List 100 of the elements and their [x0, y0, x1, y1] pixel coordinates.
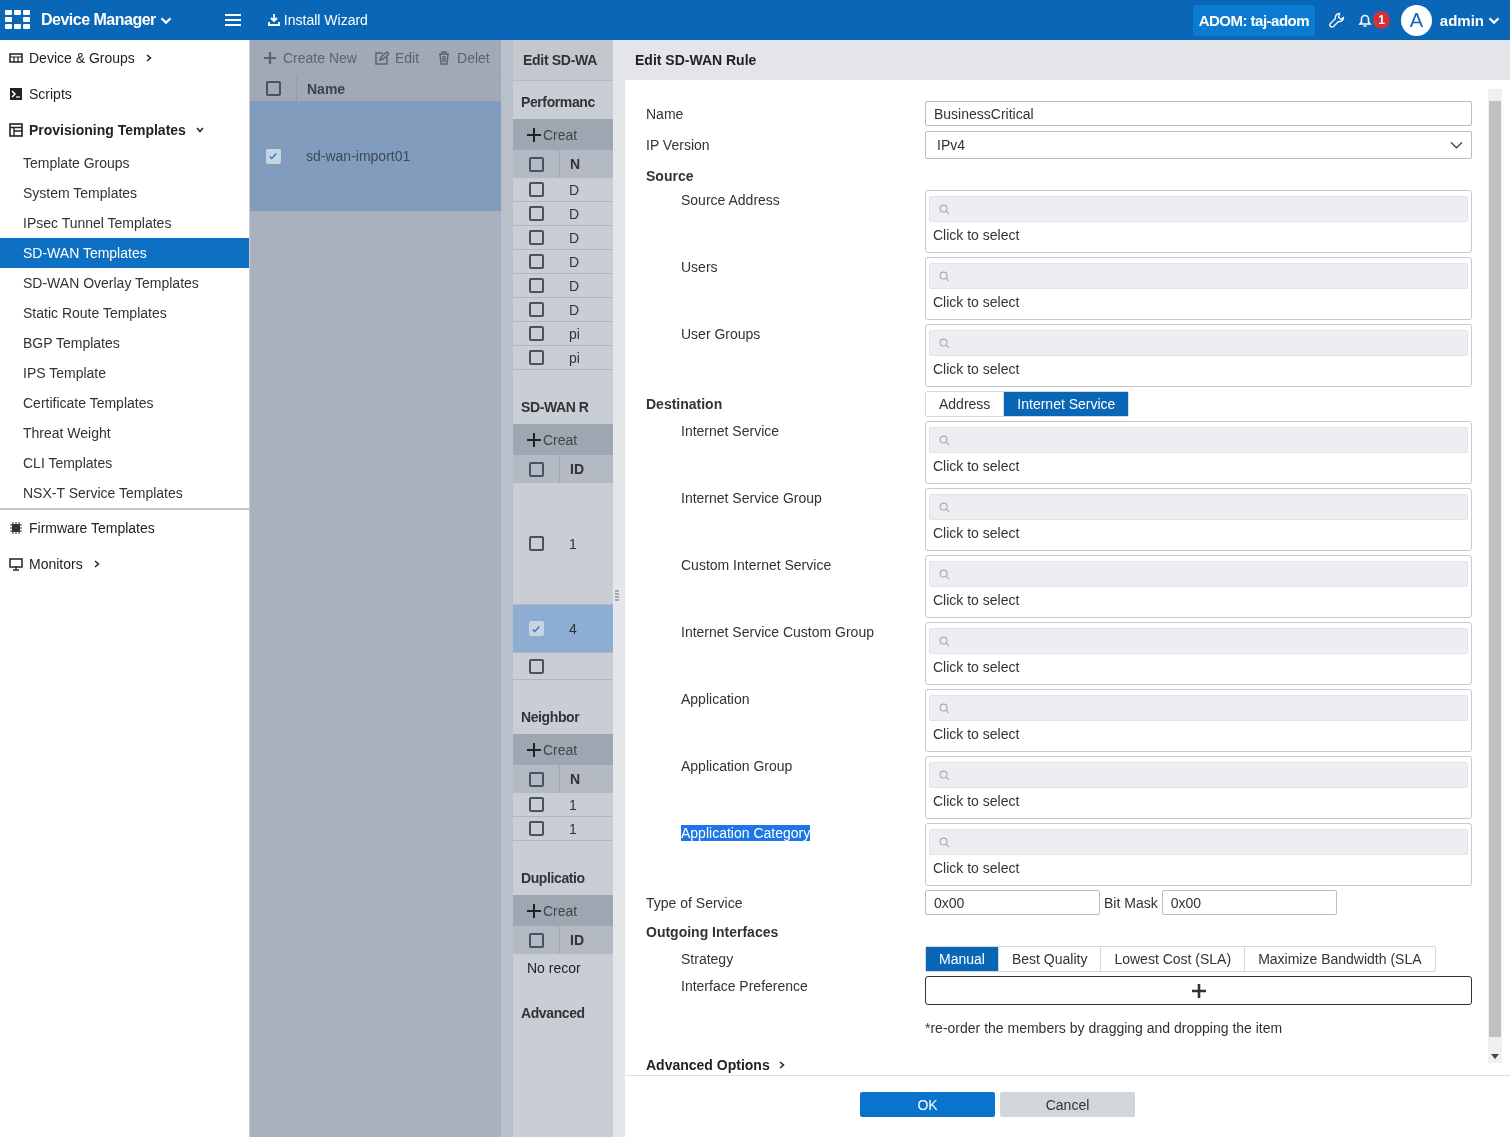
search-icon — [939, 702, 950, 714]
checkbox[interactable] — [528, 156, 544, 172]
logo-icon — [5, 10, 31, 30]
checkbox[interactable] — [528, 278, 544, 293]
field-label: Strategy — [680, 951, 735, 967]
app-switcher[interactable]: Device Manager — [41, 11, 172, 29]
multi-select-field[interactable]: Click to select — [925, 689, 1472, 752]
strategy-tab[interactable]: Best Quality — [998, 947, 1102, 971]
checkbox[interactable] — [528, 230, 544, 245]
avatar[interactable]: A — [1400, 4, 1432, 36]
table-cell-text: pi — [568, 349, 580, 366]
add-interface-button[interactable] — [925, 976, 1472, 1005]
cancel-button[interactable]: Cancel — [1000, 1092, 1135, 1117]
table-cell-text: 1 — [568, 535, 577, 552]
multi-select-field[interactable]: Click to select — [925, 555, 1472, 618]
search-icon — [939, 836, 950, 848]
bell-icon[interactable] — [1357, 12, 1374, 28]
table-cell-text: D — [568, 205, 580, 222]
menu-icon[interactable] — [224, 13, 241, 27]
multi-select-field[interactable]: Click to select — [925, 257, 1472, 320]
search-field[interactable] — [929, 330, 1468, 356]
multi-select-field[interactable]: Click to select — [925, 756, 1472, 819]
caret-icon — [1450, 141, 1463, 149]
search-field[interactable] — [929, 762, 1468, 788]
advanced-options-toggle[interactable]: Advanced Options — [646, 1057, 786, 1073]
sidebar-item[interactable]: Certificate Templates — [0, 388, 249, 418]
install-wizard-link[interactable]: Install Wizard — [267, 12, 368, 28]
strategy-tab[interactable]: Lowest Cost (SLA) — [1101, 947, 1246, 971]
checkbox[interactable] — [528, 797, 544, 812]
search-field[interactable] — [929, 829, 1468, 855]
search-icon — [939, 501, 950, 513]
sidebar-item[interactable]: Provisioning Templates — [0, 112, 249, 148]
tos-field[interactable]: 0x00 — [925, 890, 1100, 915]
resize-handle-icon[interactable] — [615, 590, 619, 602]
wrench-icon[interactable] — [1329, 12, 1346, 28]
ok-button[interactable]: OK — [860, 1092, 995, 1117]
checkbox[interactable] — [265, 81, 281, 96]
sidebar-item[interactable]: SD-WAN Overlay Templates — [0, 268, 249, 298]
field-label: IP Version — [646, 137, 711, 153]
sidebar-item[interactable]: Firmware Templates — [0, 510, 249, 546]
field-label: User Groups — [681, 326, 761, 342]
sidebar-item[interactable]: IPS Template — [0, 358, 249, 388]
search-field[interactable] — [929, 196, 1468, 222]
multi-select-field[interactable]: Click to select — [925, 190, 1472, 253]
search-icon — [939, 568, 950, 580]
chevron-icon — [195, 126, 204, 134]
checkbox[interactable] — [528, 254, 544, 269]
multi-select-field[interactable]: Click to select — [925, 622, 1472, 685]
search-field[interactable] — [929, 263, 1468, 289]
adom-badge[interactable]: ADOM: taj-adom — [1192, 4, 1316, 36]
checkbox[interactable] — [528, 461, 544, 477]
sidebar-item[interactable]: IPsec Tunnel Templates — [0, 208, 249, 238]
sidebar-item[interactable]: System Templates — [0, 178, 249, 208]
search-icon — [939, 270, 950, 282]
field-label: Internet Service Group — [681, 490, 822, 506]
multi-select-field[interactable]: Click to select — [925, 488, 1472, 551]
checkbox[interactable] — [528, 771, 544, 787]
scrollbar[interactable] — [1488, 89, 1502, 1063]
checkbox[interactable] — [528, 326, 544, 341]
sidebar-item[interactable]: Template Groups — [0, 148, 249, 178]
table-cell-text: D — [568, 229, 580, 246]
sidebar-item[interactable]: Scripts — [0, 76, 249, 112]
scroll-down-icon[interactable] — [1491, 1054, 1499, 1059]
checkbox[interactable] — [528, 206, 544, 221]
search-field[interactable] — [929, 427, 1468, 453]
sidebar-item[interactable]: Static Route Templates — [0, 298, 249, 328]
table-row[interactable]: 4 — [513, 605, 613, 653]
checkbox[interactable] — [528, 350, 544, 365]
sidebar-item[interactable]: Threat Weight — [0, 418, 249, 448]
bit-mask-field[interactable]: 0x00 — [1161, 890, 1337, 915]
search-field[interactable] — [929, 561, 1468, 587]
table-cell-text: 1 — [568, 820, 577, 837]
checkbox[interactable] — [528, 302, 544, 317]
search-field[interactable] — [929, 494, 1468, 520]
search-field[interactable] — [929, 628, 1468, 654]
sidebar-item[interactable]: Monitors — [0, 546, 249, 582]
sidebar-item[interactable]: CLI Templates — [0, 448, 249, 478]
multi-select-field[interactable]: Click to select — [925, 324, 1472, 387]
sidebar-item[interactable]: Device & Groups — [0, 40, 249, 76]
checkbox[interactable] — [528, 182, 544, 197]
sidebar-item[interactable]: NSX-T Service Templates — [0, 478, 249, 508]
field-label: Users — [681, 259, 718, 275]
user-menu[interactable]: admin — [1439, 11, 1500, 29]
plus-icon — [527, 903, 541, 918]
checkbox[interactable] — [528, 821, 544, 836]
segment-tab[interactable]: Internet Service — [1004, 392, 1129, 416]
search-field[interactable] — [929, 695, 1468, 721]
checkbox[interactable] — [528, 932, 544, 948]
name-field[interactable]: BusinessCritical — [925, 101, 1472, 126]
table-cell-text: D — [568, 301, 580, 318]
strategy-tab[interactable]: Maximize Bandwidth (SLA — [1245, 947, 1435, 971]
sidebar-item[interactable]: BGP Templates — [0, 328, 249, 358]
multi-select-field[interactable]: Click to select — [925, 421, 1472, 484]
device-table-icon — [9, 51, 23, 65]
checkbox[interactable] — [528, 536, 544, 551]
multi-select-field[interactable]: Click to select — [925, 823, 1472, 886]
ip-version-dropdown[interactable]: IPv4 — [925, 131, 1472, 159]
strategy-tab[interactable]: Manual — [926, 947, 999, 971]
checkbox[interactable] — [528, 658, 544, 674]
sidebar-item[interactable]: SD-WAN Templates — [0, 238, 249, 268]
